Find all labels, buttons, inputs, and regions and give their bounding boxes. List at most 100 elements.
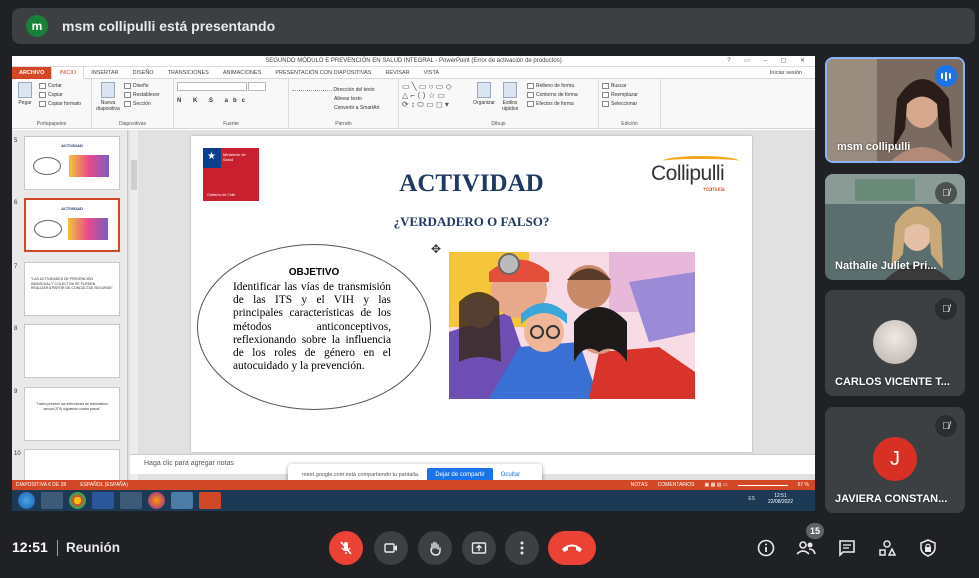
camera-toggle-button[interactable] (374, 531, 408, 565)
shapes-gallery[interactable]: ▭ ╲ ▭ ○ ▭ ◇ △ ⌐ ⟨ ⟩ ☆ ▭ ⟳ ↕ ⬭ ▭ ◻ ▾ (402, 82, 472, 112)
font-size-select[interactable] (248, 82, 267, 91)
thumbnail-slide-6[interactable]: 6 ACTIVIDAD (14, 198, 126, 254)
reset-icon (124, 91, 131, 98)
cut-button[interactable]: Cortar (39, 82, 81, 91)
paste-button[interactable]: Pegar (15, 82, 35, 109)
quick-styles-icon (503, 82, 517, 98)
tab-inicio[interactable]: INICIO (51, 65, 85, 80)
activities-button[interactable] (876, 537, 898, 559)
mic-toggle-button[interactable] (329, 531, 363, 565)
format-painter-button[interactable]: Copiar formato (39, 100, 81, 109)
tray-language[interactable]: ES (748, 496, 755, 502)
new-slide-button[interactable]: Nueva diapositiva (95, 82, 121, 112)
align-text-button[interactable]: Alinear texto (334, 95, 395, 104)
group-clipboard: Pegar Cortar Copiar Copiar formato Porta… (12, 79, 92, 128)
participant-tile-msm-collipulli[interactable]: msm collipulli (825, 57, 965, 163)
login-link[interactable]: Iniciar sesión (763, 67, 809, 79)
mic-off-icon (340, 541, 352, 555)
thumbnail-oval (33, 157, 61, 175)
more-options-button[interactable] (505, 531, 539, 565)
taskbar-clock[interactable]: 12:51 22/08/2022 (768, 493, 793, 505)
zoom-level[interactable]: 67 % (798, 482, 809, 488)
scrollbar-thumb[interactable] (131, 160, 137, 190)
new-slide-icon (101, 82, 115, 98)
thumbnail-slide-9[interactable]: 9 "Usted prevenir las infecciones de tra… (14, 387, 126, 443)
media-icon[interactable] (148, 492, 165, 509)
mic-off-icon: 🎙̸ (935, 182, 957, 204)
font-style-buttons[interactable]: N K S abc (177, 98, 285, 104)
people-button[interactable] (795, 537, 817, 559)
thumbnail-slide-7[interactable]: 7 "LAS ACTIVIDADES DE PREVENCIÓN INDIVID… (14, 262, 126, 318)
find-button[interactable]: Buscar (602, 82, 657, 91)
tab-insertar[interactable]: INSERTAR (84, 67, 125, 79)
present-screen-button[interactable] (462, 531, 496, 565)
explorer-icon[interactable] (41, 492, 63, 509)
thumbnail-illustration (69, 155, 109, 177)
start-button-icon[interactable] (18, 492, 35, 509)
shape-outline-button[interactable]: Contorno de forma (527, 91, 578, 100)
group-drawing: ▭ ╲ ▭ ○ ▭ ◇ △ ⌐ ⟨ ⟩ ☆ ▭ ⟳ ↕ ⬭ ▭ ◻ ▾ Organi… (399, 79, 599, 128)
chat-button[interactable] (836, 537, 858, 559)
raise-hand-button[interactable] (418, 531, 452, 565)
notes-toggle[interactable]: NOTAS (631, 482, 648, 488)
participant-tile-nathalie[interactable]: 🎙̸ Nathalie Juliet Pri... (825, 174, 965, 280)
meeting-details-button[interactable] (755, 537, 777, 559)
photos-icon[interactable] (171, 492, 193, 509)
tab-diseno[interactable]: DISEÑO (126, 67, 161, 79)
group-paragraph: Dirección del texto Alinear texto Conver… (289, 79, 399, 128)
participant-name: CARLOS VICENTE T... (835, 376, 950, 388)
youth-illustration[interactable] (449, 252, 695, 399)
quick-styles-button[interactable]: Estilos rápidos (496, 82, 524, 112)
window-title: SEGUNDO MÓDULO E PREVENCIÓN EN SALUD INT… (265, 58, 562, 64)
powerpoint-icon[interactable] (199, 492, 221, 509)
chrome-icon[interactable] (69, 492, 86, 509)
tab-transiciones[interactable]: TRANSICIONES (161, 67, 216, 79)
thumbnail-slide-5[interactable]: 5 ACTIVIDAD (14, 136, 126, 192)
replace-icon (602, 91, 609, 98)
shape-fill-button[interactable]: Relleno de forma (527, 82, 578, 91)
thumbnails-scrollbar[interactable] (130, 130, 138, 485)
participant-name: JAVIERA CONSTAN... (835, 493, 948, 505)
layout-button[interactable]: Diseño (124, 82, 160, 91)
view-buttons[interactable]: ▣ ▦ ▤ ▭ (705, 482, 728, 488)
smartart-button[interactable]: Convertir a SmartArt (334, 104, 395, 113)
language-indicator[interactable]: ESPAÑOL (ESPAÑA) (80, 482, 128, 488)
section-button[interactable]: Sección (124, 100, 160, 109)
zoom-slider[interactable] (737, 484, 788, 486)
move-cursor-icon: ✥ (431, 242, 442, 256)
hang-up-icon (562, 544, 582, 552)
tab-archivo[interactable]: ARCHIVO (12, 66, 52, 79)
app-icon[interactable] (120, 492, 142, 509)
arrange-button[interactable]: Organizar (472, 82, 496, 112)
host-controls-button[interactable] (917, 537, 939, 559)
cursor-icon (602, 100, 609, 107)
reset-button[interactable]: Restablecer (124, 91, 160, 100)
meeting-clock: 12:51 (12, 539, 48, 555)
list-buttons[interactable] (292, 82, 332, 91)
slide-subtitle: ¿VERDADERO O FALSO? (393, 214, 550, 229)
participant-avatar: J (873, 437, 917, 481)
text-direction-button[interactable]: Dirección del texto (333, 86, 374, 95)
participant-tile-javiera[interactable]: J 🎙̸ JAVIERA CONSTAN... (825, 407, 965, 513)
shape-effects-button[interactable]: Efectos de forma (527, 100, 578, 109)
section-icon (124, 100, 131, 107)
hide-notice-button[interactable]: Ocultar (501, 472, 520, 478)
word-icon[interactable] (92, 492, 114, 509)
thumbnail-image: "Usted prevenir las infecciones de trans… (24, 387, 120, 441)
thumbnail-slide-8[interactable]: 8 (14, 324, 126, 380)
thumbnail-image: "LAS ACTIVIDADES DE PREVENCIÓN INDIVIDUA… (24, 262, 120, 316)
leave-call-button[interactable] (548, 531, 596, 565)
tab-vista[interactable]: VISTA (417, 67, 447, 79)
comments-toggle[interactable]: COMENTARIOS (658, 482, 695, 488)
tab-revisar[interactable]: REVISAR (378, 67, 416, 79)
group-slides: Nueva diapositiva Diseño Restablecer Sec… (92, 79, 174, 128)
font-name-select[interactable] (177, 82, 247, 91)
tab-presentacion[interactable]: PRESENTACIÓN CON DIAPOSITIVAS (268, 67, 378, 79)
participant-tile-carlos[interactable]: 🎙̸ CARLOS VICENTE T... (825, 290, 965, 396)
replace-button[interactable]: Reemplazar (602, 91, 657, 100)
copy-button[interactable]: Copiar (39, 91, 81, 100)
tab-animaciones[interactable]: ANIMACIONES (216, 67, 269, 79)
slide-canvas[interactable]: ★ Ministerio de Salud Gobierno de Chile … (191, 136, 752, 452)
select-button[interactable]: Seleccionar (602, 100, 657, 109)
participant-name: msm collipulli (837, 141, 911, 153)
